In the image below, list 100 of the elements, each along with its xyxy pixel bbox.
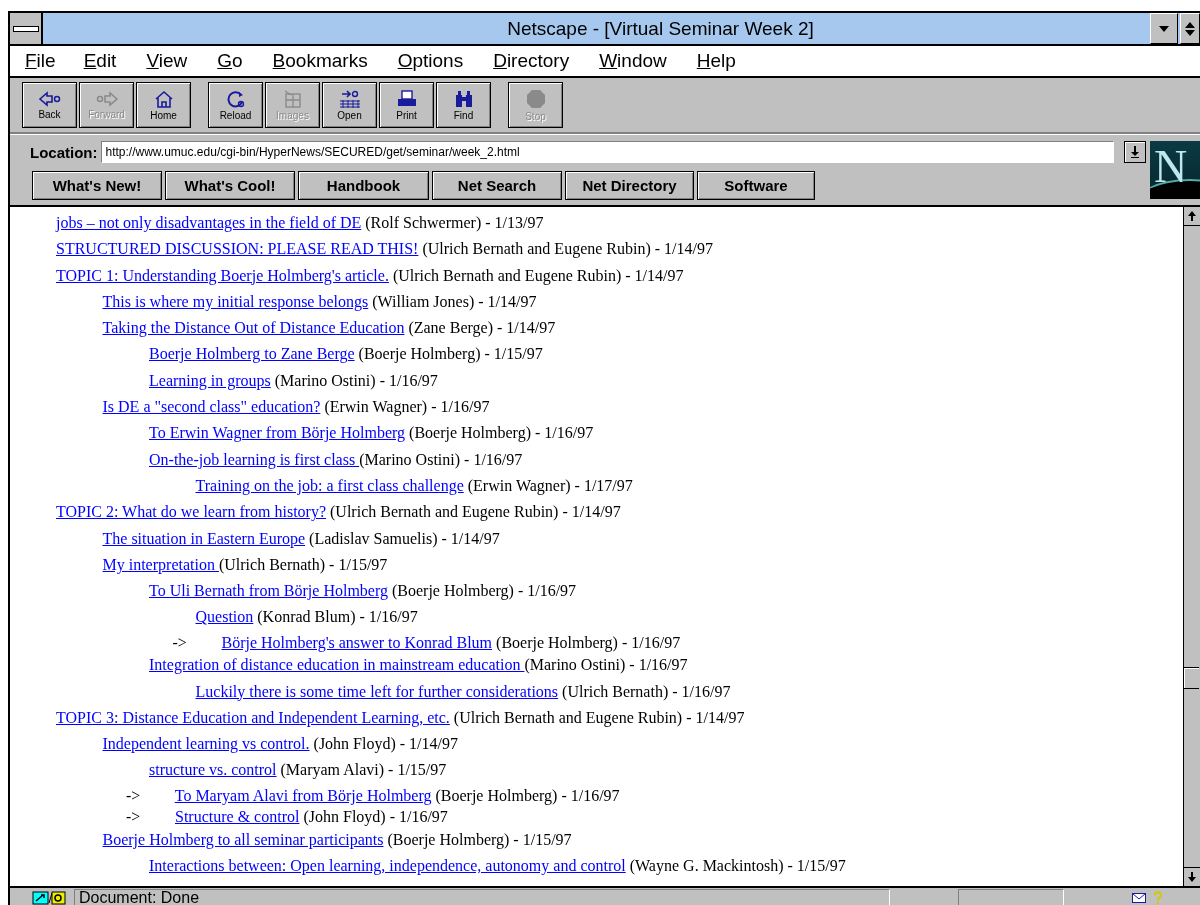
toolbar-button[interactable]: Print <box>379 82 434 128</box>
post-author-date: (John Floyd) - 1/14/97 <box>313 735 458 753</box>
thread-link[interactable]: STRUCTURED DISCUSSION: PLEASE READ THIS! <box>56 240 419 258</box>
directory-button[interactable]: Software <box>697 171 815 200</box>
post-author-date: (Ulrich Bernath and Eugene Rubin) - 1/14/97 <box>453 708 745 726</box>
post-author-date: (Ulrich Bernath and Eugene Rubin) - 1/14/97 <box>422 240 713 258</box>
menu-item[interactable]: File <box>14 46 67 76</box>
post-author-date: (Maryam Alavi) - 1/15/97 <box>280 761 447 779</box>
post-author-date: (Erwin Wagner) - 1/17/97 <box>467 476 633 494</box>
post-author-date: (Marino Ostini) - 1/16/97 <box>524 656 688 674</box>
directory-button[interactable]: Net Search <box>432 171 562 200</box>
thread-link[interactable]: TOPIC 1: Understanding Boerje Holmberg's article. <box>56 266 389 284</box>
reply-arrow: -> <box>126 807 142 828</box>
scroll-down-arrow-icon[interactable] <box>1188 872 1196 882</box>
thread-link[interactable]: Is DE a "second class" education? <box>102 398 321 416</box>
post-author-date: (Marino Ostini) - 1/16/97 <box>359 450 523 468</box>
thread-link[interactable]: My interpretation <box>102 555 219 573</box>
location-label: Location: <box>30 143 98 161</box>
directory-button[interactable]: What's New! <box>32 171 162 200</box>
post-author-date: (Ulrich Bernath) - 1/16/97 <box>562 682 731 700</box>
post-author-date: (Boerje Holmberg) - 1/15/97 <box>387 830 572 848</box>
menu-item[interactable]: Help <box>685 46 747 76</box>
post-author-date: (Marino Ostini) - 1/16/97 <box>274 371 438 389</box>
thread-link[interactable]: To Maryam Alavi from Börje Holmberg <box>174 786 432 804</box>
binoculars-icon <box>453 89 474 108</box>
thread-link[interactable]: Boerje Holmberg to all seminar participants <box>102 830 384 848</box>
thread-link[interactable]: TOPIC 2: What do we learn from history? <box>56 503 327 521</box>
menu-item[interactable]: Go <box>206 46 254 76</box>
thread-link[interactable]: To Uli Bernath from Börje Holmberg <box>149 582 388 600</box>
post-author-date: (Ladislav Samuelis) - 1/14/97 <box>309 529 500 547</box>
toolbar-button[interactable]: Open <box>322 82 377 128</box>
thread-link[interactable]: Börje Holmberg's answer to Konrad Blum <box>221 633 493 651</box>
minimize-button[interactable] <box>1150 13 1178 44</box>
vertical-scrollbar[interactable] <box>1183 207 1200 886</box>
scroll-up-arrow-icon[interactable] <box>1188 211 1196 221</box>
thread-link[interactable]: The situation in Eastern Europe <box>102 529 306 547</box>
thread-link[interactable]: To Erwin Wagner from Börje Holmberg <box>149 424 406 442</box>
thread-link[interactable]: This is where my initial response belongs <box>102 292 369 310</box>
reply-arrow: -> <box>126 785 142 806</box>
history-dropdown-button[interactable] <box>1124 141 1146 163</box>
thread-link[interactable]: structure vs. control <box>149 761 277 779</box>
post-author-date: (Rolf Schwermer) - 1/13/97 <box>365 214 544 231</box>
back-arrow-icon <box>38 90 61 107</box>
thread-link[interactable]: On-the-job learning is first class <box>149 450 360 468</box>
post-author-date: (Boerje Holmberg) - 1/16/97 <box>392 582 577 600</box>
post-author-date: (Ulrich Bernath and Eugene Rubin) - 1/14/97 <box>330 503 621 521</box>
toolbar-button[interactable]: Back <box>22 82 77 128</box>
thread-link[interactable]: Integration of distance education in mainstream education <box>149 656 525 674</box>
post-author-date: (Boerje Holmberg) - 1/16/97 <box>496 633 681 651</box>
thread-link[interactable]: Interactions between: Open learning, independence, autonomy and control <box>149 857 626 875</box>
thread-link[interactable]: Question <box>195 608 254 626</box>
menu-item[interactable]: Directory <box>482 46 581 76</box>
thread-link[interactable]: Learning in groups <box>149 371 271 389</box>
directory-button[interactable]: Net Directory <box>565 171 694 200</box>
reply-arrow: -> <box>172 632 188 653</box>
download-arrow-icon <box>1130 146 1140 158</box>
home-icon <box>153 89 174 108</box>
post-author-date: (Wayne G. Mackintosh) - 1/15/97 <box>629 857 846 875</box>
toolbar-button[interactable]: Home <box>136 82 191 128</box>
post-author-date: (John Floyd) - 1/16/97 <box>303 808 448 826</box>
post-author-date: (William Jones) - 1/14/97 <box>372 292 537 310</box>
menu-item[interactable]: View <box>135 46 199 76</box>
location-field[interactable]: http://www.umuc.edu/cgi-bin/HyperNews/SECURED/get/seminar/week_2.html <box>100 141 1114 163</box>
thread-link[interactable]: TOPIC 3: Distance Education and Independent Learning, etc. <box>56 708 450 726</box>
thread-link[interactable]: Structure & control <box>175 808 300 826</box>
menu-item[interactable]: Bookmarks <box>261 46 379 76</box>
scroll-thumb[interactable] <box>1184 667 1199 689</box>
post-author-date: (Konrad Blum) - 1/16/97 <box>257 608 418 626</box>
post-author-date: (Ulrich Bernath and Eugene Rubin) - 1/14/97 <box>392 266 684 284</box>
post-author-date: (Boerje Holmberg) - 1/15/97 <box>358 345 543 363</box>
printer-icon <box>396 89 417 108</box>
thread-link[interactable]: Taking the Distance Out of Distance Education <box>102 319 405 337</box>
stop-sign-icon <box>525 88 546 109</box>
forward-arrow-icon <box>95 90 118 107</box>
directory-button[interactable]: Handbook <box>298 171 429 200</box>
post-author-date: (Ulrich Bernath) - 1/15/97 <box>218 555 388 573</box>
thread-link[interactable]: Boerje Holmberg to Zane Berge <box>149 345 355 363</box>
mail-icon[interactable] <box>1132 892 1146 903</box>
post-author-date: (Boerje Holmberg) - 1/16/97 <box>409 424 594 442</box>
system-menu-button[interactable] <box>10 13 43 44</box>
images-icon <box>282 89 303 108</box>
menu-item[interactable]: Edit <box>72 46 128 76</box>
thread-link[interactable]: Training on the job: a first class challenge <box>195 476 464 494</box>
thread-link[interactable]: jobs – not only disadvantages in the field of DE <box>56 214 362 231</box>
directory-button[interactable]: What's Cool! <box>165 171 295 200</box>
browser-logo: N <box>1150 141 1200 199</box>
post-author-date: (Boerje Holmberg) - 1/16/97 <box>435 786 620 804</box>
restore-button[interactable] <box>1180 13 1200 44</box>
post-author-date: (Zane Berge) - 1/14/97 <box>408 319 556 337</box>
status-text: Document: Done <box>74 888 890 905</box>
toolbar-button[interactable]: Find <box>436 82 491 128</box>
thread-link[interactable]: Luckily there is some time left for further considerations <box>195 682 559 700</box>
window-title: Netscape - [Virtual Seminar Week 2] <box>506 17 815 41</box>
post-author-date: (Erwin Wagner) - 1/16/97 <box>324 398 490 416</box>
toolbar-button[interactable]: Reload <box>208 82 263 128</box>
menu-item[interactable]: Options <box>386 46 475 76</box>
thread-link[interactable]: Independent learning vs control. <box>102 735 310 753</box>
open-icon <box>338 89 361 108</box>
menu-item[interactable]: Window <box>588 46 678 76</box>
reload-icon <box>225 89 246 108</box>
